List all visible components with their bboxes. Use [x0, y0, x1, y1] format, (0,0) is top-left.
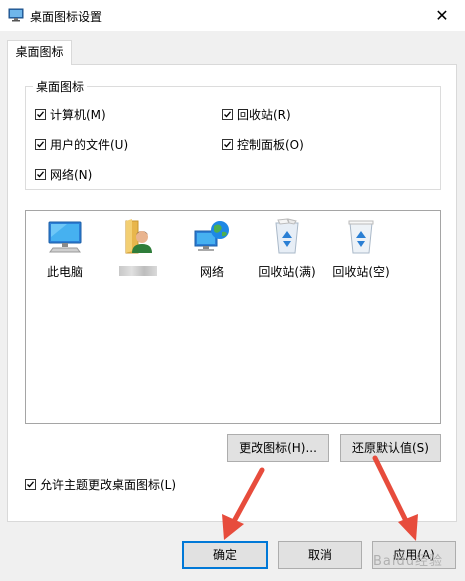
check-icon: [224, 140, 231, 147]
network-icon: [194, 221, 229, 251]
check-icon: [37, 170, 44, 177]
icon-label: 网络: [199, 265, 224, 279]
check-icon: [37, 140, 44, 147]
icon-list[interactable]: 此电脑 网络 回收站(满) 回收站(空): [25, 210, 441, 424]
checkbox-control-panel[interactable]: 控制面板(O): [222, 136, 304, 152]
close-button[interactable]: ✕: [419, 0, 465, 31]
checkbox-box[interactable]: [222, 138, 233, 150]
group-legend: 桌面图标: [33, 78, 88, 95]
checkbox-label: 控制面板(O): [237, 137, 304, 152]
desktop-settings-icon: [8, 8, 24, 22]
icon-label: [103, 263, 173, 277]
checkbox-label: 允许主题更改桌面图标(L): [40, 477, 177, 492]
ok-button[interactable]: 确定: [182, 541, 268, 569]
check-icon: [37, 110, 44, 117]
close-icon: ✕: [435, 6, 449, 25]
icon-label: 回收站(空): [332, 265, 390, 279]
watermark: Baidu经验: [373, 554, 443, 569]
restore-default-button[interactable]: 还原默认值(S): [340, 434, 441, 462]
icon-item-recycle-bin-full[interactable]: 回收站(满): [252, 217, 322, 280]
icon-label: 回收站(满): [258, 265, 316, 279]
checkbox-label: 回收站(R): [237, 107, 291, 122]
icon-item-user-files[interactable]: [103, 217, 173, 277]
recycle-bin-full-icon: [275, 218, 299, 254]
checkbox-computer[interactable]: 计算机(M): [35, 106, 106, 122]
checkbox-box[interactable]: [35, 138, 46, 150]
checkbox-user-files[interactable]: 用户的文件(U): [35, 136, 128, 152]
icon-item-recycle-bin-empty[interactable]: 回收站(空): [326, 217, 396, 280]
check-icon: [27, 480, 34, 487]
tab-desktop-icons[interactable]: 桌面图标: [7, 40, 72, 65]
checkbox-box[interactable]: [35, 168, 46, 180]
user-folder-icon: [125, 219, 152, 254]
recycle-bin-empty-icon: [348, 220, 374, 254]
icon-item-this-pc[interactable]: 此电脑: [30, 217, 100, 280]
computer-icon: [48, 221, 82, 253]
check-icon: [224, 110, 231, 117]
window-title: 桌面图标设置: [30, 10, 103, 24]
checkbox-allow-theme[interactable]: 允许主题更改桌面图标(L): [25, 476, 176, 492]
change-icon-button[interactable]: 更改图标(H)...: [227, 434, 329, 462]
checkbox-box[interactable]: [25, 478, 36, 490]
checkbox-box[interactable]: [222, 108, 233, 120]
checkbox-box[interactable]: [35, 108, 46, 120]
tab-label: 桌面图标: [15, 45, 64, 59]
checkbox-network[interactable]: 网络(N): [35, 166, 92, 182]
checkbox-label: 网络(N): [50, 167, 93, 182]
cancel-button[interactable]: 取消: [278, 541, 362, 569]
checkbox-label: 用户的文件(U): [50, 137, 129, 152]
icon-label: 此电脑: [46, 265, 83, 279]
checkbox-recycle-bin[interactable]: 回收站(R): [222, 106, 291, 122]
checkbox-label: 计算机(M): [50, 107, 106, 122]
blurred-username: [119, 265, 157, 276]
icon-item-network[interactable]: 网络: [177, 217, 247, 280]
title-bar: 桌面图标设置 ✕: [0, 0, 465, 31]
